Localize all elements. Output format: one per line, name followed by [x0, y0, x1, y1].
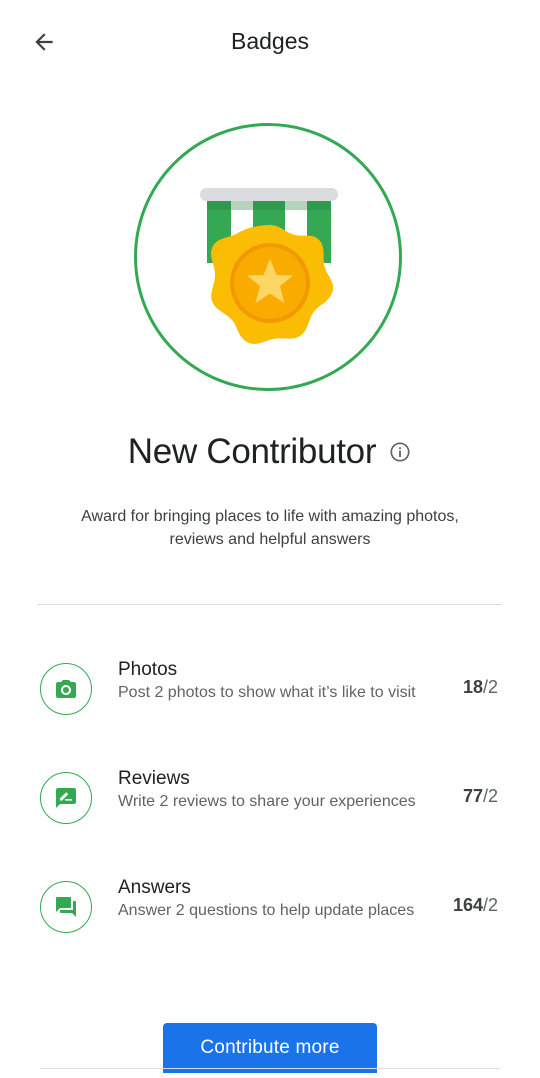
contribute-more-button[interactable]: Contribute more	[163, 1023, 377, 1073]
requirement-title: Reviews	[118, 768, 190, 789]
requirement-title: Answers	[118, 877, 191, 898]
requirement-progress: 164/2	[453, 895, 498, 916]
requirement-reviews: Reviews Write 2 reviews to share your ex…	[0, 768, 540, 862]
requirement-title: Photos	[118, 659, 178, 680]
review-icon	[56, 788, 76, 808]
requirement-description: Post 2 photos to show what it’s like to …	[118, 684, 416, 701]
progress-target: /2	[482, 786, 498, 806]
requirement-description: Write 2 reviews to share your experience…	[118, 793, 416, 810]
requirement-progress: 77/2	[463, 786, 498, 807]
answer-icon	[56, 897, 76, 917]
page-title: Badges	[230, 28, 309, 54]
medal-icon	[200, 188, 338, 344]
reviews-icon-container	[40, 772, 92, 824]
progress-current: 18	[462, 677, 483, 697]
header: Badges	[0, 0, 540, 84]
progress-target: /2	[482, 895, 498, 915]
requirement-description: Answer 2 questions to help update places	[118, 902, 415, 919]
bottom-divider	[40, 1068, 500, 1069]
answers-icon-container	[40, 881, 92, 933]
progress-current: 164	[452, 895, 483, 915]
badge-description: Award for bringing places to life with a…	[81, 508, 459, 548]
progress-target: /2	[482, 677, 498, 697]
divider	[38, 604, 502, 605]
requirement-answers: Answers Answer 2 questions to help updat…	[0, 877, 540, 971]
camera-icon	[56, 680, 76, 698]
photos-icon-container	[40, 663, 92, 715]
badge-name: New Contributor	[127, 432, 377, 471]
info-icon	[390, 442, 410, 462]
info-button[interactable]	[388, 440, 412, 464]
badge-title-row: New Contributor	[0, 430, 540, 474]
requirement-photos: Photos Post 2 photos to show what it’s l…	[0, 659, 540, 753]
requirement-progress: 18/2	[463, 677, 498, 698]
progress-current: 77	[462, 786, 483, 806]
